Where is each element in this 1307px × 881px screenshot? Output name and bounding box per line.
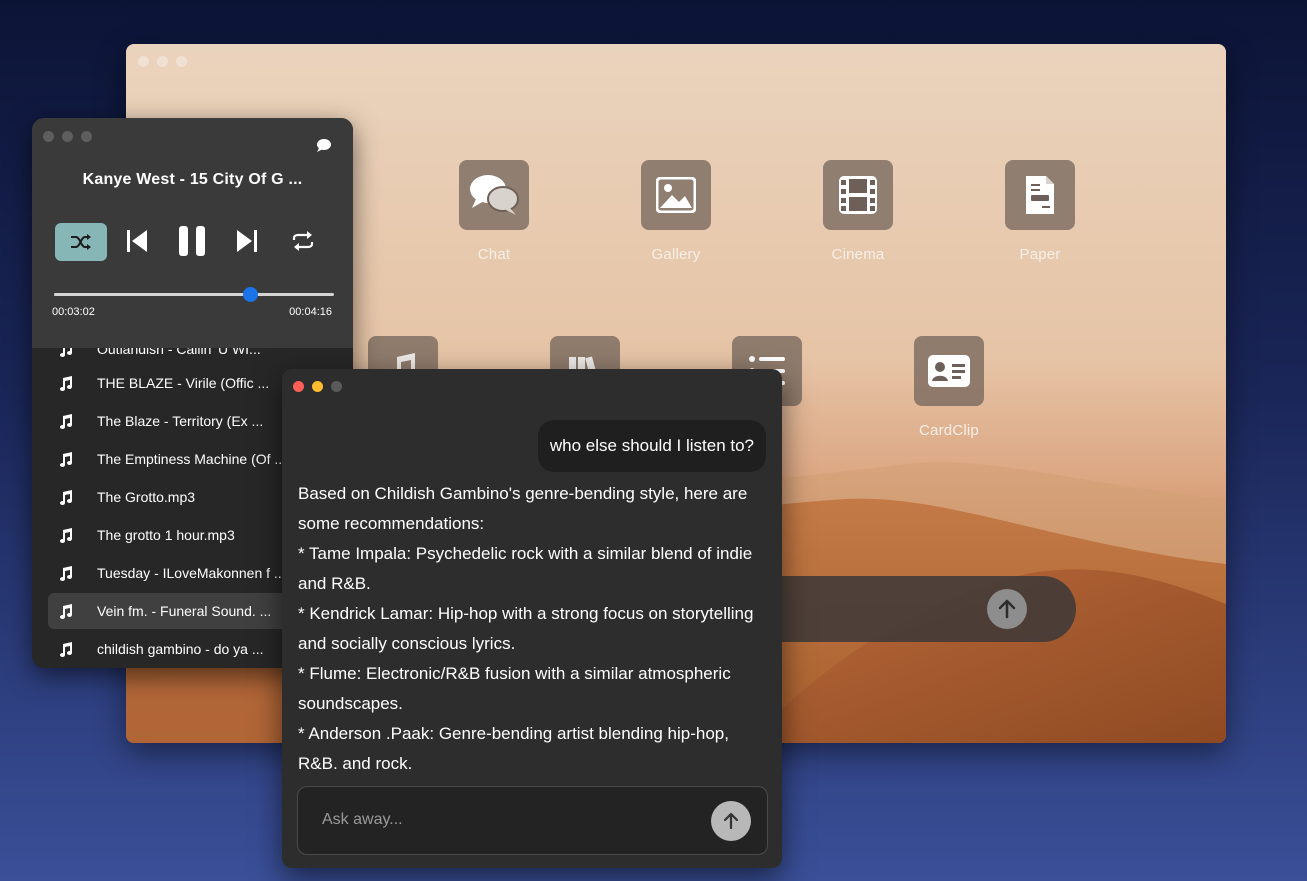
- playlist-item-active[interactable]: Vein fm. - Funeral Sound. ...: [48, 593, 287, 629]
- image-icon: [656, 177, 696, 213]
- skip-forward-icon: [237, 230, 257, 252]
- paper-app-label: Paper: [1019, 246, 1061, 263]
- close-window-button[interactable]: [293, 381, 304, 392]
- progress-fill: [54, 293, 250, 296]
- chat-bubbles-icon: [470, 175, 519, 215]
- arrow-up-icon: [998, 599, 1016, 619]
- playlist-item[interactable]: Tuesday - ILoveMakonnen f ...: [48, 555, 287, 591]
- previous-track-button[interactable]: [124, 226, 150, 256]
- assistant-message-line: * Tame Impala: Psychedelic rock with a s…: [298, 544, 753, 593]
- shuffle-button[interactable]: [55, 223, 107, 261]
- gallery-app-label: Gallery: [651, 246, 701, 263]
- skip-back-icon: [127, 230, 147, 252]
- cinema-app-label: Cinema: [831, 246, 885, 263]
- chat-window-controls[interactable]: [293, 381, 342, 392]
- assistant-message-line: * Kendrick Lamar: Hip-hop with a strong …: [298, 604, 754, 653]
- playlist-item-label: The Emptiness Machine (Of ...: [97, 451, 287, 467]
- playlist-item[interactable]: childish gambino - do ya ...: [48, 631, 287, 667]
- minimize-window-button[interactable]: [312, 381, 323, 392]
- playlist-item-label: Outlandish - Callin' U WI...: [97, 348, 261, 357]
- music-note-icon: [58, 603, 76, 619]
- chat-app-label: Chat: [477, 246, 511, 263]
- chat-message-input[interactable]: [320, 807, 704, 833]
- music-note-icon: [58, 451, 76, 467]
- next-track-button[interactable]: [234, 226, 260, 256]
- chat-window: who else should I listen to? Based on Ch…: [282, 369, 782, 868]
- playlist-item-label: The grotto 1 hour.mp3: [97, 527, 235, 543]
- playlist-item[interactable]: THE BLAZE - Virile (Offic ...: [48, 365, 287, 401]
- desktop-send-button[interactable]: [987, 589, 1027, 629]
- music-note-icon: [58, 413, 76, 429]
- chat-toggle-button[interactable]: [316, 138, 332, 158]
- assistant-message-line: * Anderson .Paak: Genre-bending artist b…: [298, 724, 729, 769]
- user-message-bubble: who else should I listen to?: [537, 420, 766, 472]
- playlist-item[interactable]: The Blaze - Territory (Ex ...: [48, 403, 287, 439]
- chat-input-container: [297, 786, 768, 855]
- player-header: Kanye West - 15 City Of G ... 00:03:02 0…: [32, 118, 353, 348]
- speech-bubble-icon: [317, 139, 331, 152]
- music-note-icon: [58, 348, 76, 357]
- playlist-item-label: The Blaze - Territory (Ex ...: [97, 413, 264, 429]
- document-icon: [1026, 176, 1054, 214]
- music-note-icon: [58, 489, 76, 505]
- cardclip-app-label: CardClip: [919, 422, 979, 439]
- playlist-item[interactable]: The Grotto.mp3: [48, 479, 287, 515]
- music-note-icon: [58, 565, 76, 581]
- repeat-icon: [292, 231, 314, 251]
- chat-send-button[interactable]: [711, 801, 751, 841]
- playlist-item-label: Tuesday - ILoveMakonnen f ...: [97, 565, 286, 581]
- music-note-icon: [58, 375, 76, 391]
- pause-icon: [179, 226, 205, 256]
- zoom-window-button[interactable]: [331, 381, 342, 392]
- progress-bar[interactable]: [54, 287, 334, 302]
- now-playing-title: Kanye West - 15 City Of G ...: [82, 171, 303, 188]
- playlist-item[interactable]: The grotto 1 hour.mp3: [48, 517, 287, 553]
- repeat-button[interactable]: [290, 228, 316, 254]
- desktop-window-controls[interactable]: [138, 56, 187, 67]
- contact-card-icon: [928, 355, 970, 387]
- chat-app-button[interactable]: [459, 160, 529, 230]
- assistant-message: Based on Childish Gambino's genre-bendin…: [298, 479, 768, 769]
- playlist-item-label: The Grotto.mp3: [97, 489, 196, 505]
- player-window-controls[interactable]: [43, 131, 92, 142]
- total-time: 00:04:16: [289, 306, 332, 318]
- music-note-icon: [58, 641, 76, 657]
- elapsed-time: 00:03:02: [52, 306, 95, 318]
- gallery-app-button[interactable]: [641, 160, 711, 230]
- cardclip-app-button[interactable]: [914, 336, 984, 406]
- pause-button[interactable]: [176, 222, 208, 260]
- assistant-message-line: * Flume: Electronic/R&B fusion with a si…: [298, 664, 731, 713]
- music-note-icon: [58, 527, 76, 543]
- shuffle-icon: [71, 234, 91, 250]
- playlist-item-label: Vein fm. - Funeral Sound. ...: [97, 603, 272, 619]
- arrow-up-icon: [723, 812, 739, 830]
- film-icon: [839, 176, 877, 214]
- playlist-item[interactable]: The Emptiness Machine (Of ...: [48, 441, 287, 477]
- progress-knob[interactable]: [243, 287, 258, 302]
- assistant-message-line: Based on Childish Gambino's genre-bendin…: [298, 484, 748, 533]
- cinema-app-button[interactable]: [823, 160, 893, 230]
- playlist-item-label: THE BLAZE - Virile (Offic ...: [97, 375, 270, 391]
- paper-app-button[interactable]: [1005, 160, 1075, 230]
- playlist-item-label: childish gambino - do ya ...: [97, 641, 264, 657]
